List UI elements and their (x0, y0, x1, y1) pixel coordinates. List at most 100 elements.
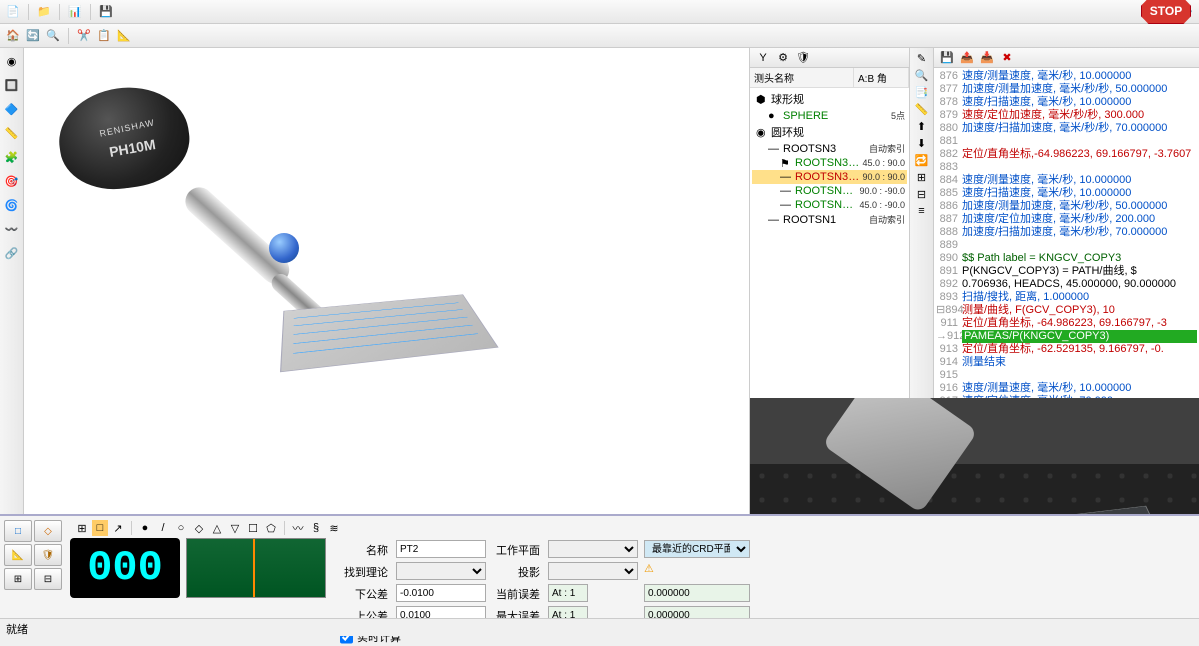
tool-icon[interactable]: 📐 (115, 27, 133, 45)
top-toolbar-1: 📄 📁 📊 💾 🔧 ⚙️ (0, 0, 1199, 24)
tree-item[interactable]: —ROOTSN3_A90_B…90.0 : 90.0 (752, 170, 907, 184)
code-line[interactable]: 877加速度/测量加速度, 毫米/秒/秒, 50.000000 (936, 83, 1197, 96)
tree-item[interactable]: —ROOTSN3_A90_…90.0 : -90.0 (752, 184, 907, 198)
filter-icon[interactable]: Y (754, 49, 772, 67)
code-tool-icon[interactable]: ⊟ (917, 188, 926, 201)
tool-icon[interactable]: ✂️ (75, 27, 93, 45)
code-line[interactable]: 892 0.706936, HEADCS, 45.000000, 90.0000… (936, 278, 1197, 291)
crd-select[interactable]: 最靠近的CRD平面 (644, 540, 750, 558)
code-line[interactable]: 893扫描/搜找, 距离, 1.000000 (936, 291, 1197, 304)
vtb-icon[interactable]: 🎯 (3, 172, 21, 190)
find-theory-select[interactable] (396, 562, 486, 580)
code-line[interactable]: 884速度/测量速度, 毫米/秒, 10.000000 (936, 174, 1197, 187)
code-tool-icon[interactable]: ✎ (917, 52, 926, 65)
code-line[interactable]: 879速度/定位加速度, 毫米/秒/秒, 300.000 (936, 109, 1197, 122)
bp-tool-icon[interactable]: ⬠ (263, 520, 279, 536)
code-line[interactable]: 888加速度/扫描加速度, 毫米/秒/秒, 70.000000 (936, 226, 1197, 239)
bp-tool-icon[interactable]: ● (137, 520, 153, 536)
vtb-icon[interactable]: ◉ (3, 52, 21, 70)
tool-icon[interactable]: 📊 (66, 3, 84, 21)
bp-tool-icon[interactable]: / (155, 520, 171, 536)
tree-item[interactable]: —ROOTSN3自动索引 (752, 141, 907, 156)
code-tool-icon[interactable]: 📥 (978, 49, 996, 67)
code-line[interactable]: 881 (936, 135, 1197, 148)
workplane-select[interactable] (548, 540, 638, 558)
bp-mode-btn[interactable]: ⊟ (34, 568, 62, 590)
tree-item[interactable]: ⬢球形规 (752, 90, 907, 108)
tool-icon[interactable]: 📄 (4, 3, 22, 21)
save-icon[interactable]: 💾 (938, 49, 956, 67)
bp-tool-icon[interactable]: ⊞ (74, 520, 90, 536)
bp-tool-icon[interactable]: ◇ (191, 520, 207, 536)
tree-item[interactable]: —ROOTSN1自动索引 (752, 212, 907, 227)
code-tool-icon[interactable]: 🔁 (915, 154, 929, 167)
code-line[interactable]: 916速度/测量速度, 毫米/秒, 10.000000 (936, 382, 1197, 395)
name-input[interactable] (396, 540, 486, 558)
bp-tool-icon[interactable]: ↗ (110, 520, 126, 536)
tree-item[interactable]: ⚑ROOTSN3_A45_B…45.0 : 90.0 (752, 156, 907, 170)
code-line[interactable]: 882定位/直角坐标,-64.986223, 69.166797, -3.760… (936, 148, 1197, 161)
bp-tool-icon[interactable]: 〰 (290, 520, 306, 536)
bp-mode-btn[interactable]: 🛡 (34, 544, 62, 566)
bp-tool-icon[interactable]: ≋ (326, 520, 342, 536)
home-icon[interactable]: 🏠 (4, 27, 22, 45)
bp-tool-icon[interactable]: § (308, 520, 324, 536)
bp-tool-icon[interactable]: ▽ (227, 520, 243, 536)
code-line[interactable]: 891P(KNGCV_COPY3) = PATH/曲线, $ (936, 265, 1197, 278)
tool-icon[interactable]: 📁 (35, 3, 53, 21)
vtb-icon[interactable]: 📏 (3, 124, 21, 142)
tree-tool-icon[interactable]: ⚙ (774, 49, 792, 67)
code-line[interactable]: ⊟894测量/曲线, F(GCV_COPY3), 10 (936, 304, 1197, 317)
code-line[interactable]: 880加速度/扫描加速度, 毫米/秒/秒, 70.000000 (936, 122, 1197, 135)
code-tool-icon[interactable]: 🔍 (915, 69, 929, 82)
code-tool-icon[interactable]: ≡ (918, 205, 924, 217)
code-tool-icon[interactable]: 📤 (958, 49, 976, 67)
tree-item[interactable]: ◉圆环规 (752, 123, 907, 141)
lower-tol-input[interactable] (396, 584, 486, 602)
vtb-icon[interactable]: 🔷 (3, 100, 21, 118)
code-line[interactable]: 915 (936, 369, 1197, 382)
bp-tool-icon[interactable]: △ (209, 520, 225, 536)
code-line[interactable]: 885速度/扫描速度, 毫米/秒, 10.000000 (936, 187, 1197, 200)
code-tool-icon[interactable]: ⊞ (917, 171, 926, 184)
refresh-icon[interactable]: 🔄 (24, 27, 42, 45)
code-line[interactable]: 887加速度/定位加速度, 毫米/秒/秒, 200.000 (936, 213, 1197, 226)
bp-mode-btn[interactable]: ⊞ (4, 568, 32, 590)
code-line[interactable]: 890$$ Path label = KNGCV_COPY3 (936, 252, 1197, 265)
tree-tool-icon[interactable]: 🛡 (794, 49, 812, 67)
vtb-icon[interactable]: 🔗 (3, 244, 21, 262)
code-line[interactable]: 913 定位/直角坐标, -62.529135, 9.166797, -0. (936, 343, 1197, 356)
bp-tool-icon[interactable]: ○ (173, 520, 189, 536)
zoom-icon[interactable]: 🔍 (44, 27, 62, 45)
vtb-icon[interactable]: 🔲 (3, 76, 21, 94)
code-tool-icon[interactable]: ⬇ (917, 137, 926, 150)
bp-mode-btn[interactable]: □ (4, 520, 32, 542)
bp-mode-btn[interactable]: 📐 (4, 544, 32, 566)
stop-button[interactable]: STOP (1141, 0, 1191, 24)
vtb-icon[interactable]: 🧩 (3, 148, 21, 166)
proj-select[interactable] (548, 562, 638, 580)
code-line[interactable]: 886加速度/测量加速度, 毫米/秒/秒, 50.000000 (936, 200, 1197, 213)
tool-icon[interactable]: 📋 (95, 27, 113, 45)
bp-tool-icon[interactable]: ☐ (245, 520, 261, 536)
code-editor[interactable]: 876速度/测量速度, 毫米/秒, 10.000000877加速度/测量加速度,… (934, 68, 1199, 398)
code-tool-icon[interactable]: 📑 (915, 86, 929, 99)
code-line[interactable]: 911 定位/直角坐标, -64.986223, 69.166797, -3 (936, 317, 1197, 330)
tree-item[interactable]: ●SPHERE5点 (752, 108, 907, 123)
code-line[interactable]: 889 (936, 239, 1197, 252)
code-tool-icon[interactable]: 📏 (915, 103, 929, 116)
bp-mode-btn[interactable]: ◇ (34, 520, 62, 542)
code-line[interactable]: 883 (936, 161, 1197, 174)
tree-item[interactable]: —ROOTSN3_A45_…45.0 : -90.0 (752, 198, 907, 212)
code-line[interactable]: 914测量结束 (936, 356, 1197, 369)
code-tool-icon[interactable]: ⬆ (917, 120, 926, 133)
tree-body[interactable]: ⬢球形规●SPHERE5点◉圆环规—ROOTSN3自动索引⚑ROOTSN3_A4… (750, 88, 909, 398)
code-line[interactable]: 876速度/测量速度, 毫米/秒, 10.000000 (936, 70, 1197, 83)
tool-icon[interactable]: 💾 (97, 3, 115, 21)
code-line[interactable]: →912 PAMEAS/P(KNGCV_COPY3) (936, 330, 1197, 343)
vtb-icon[interactable]: 〰️ (3, 220, 21, 238)
code-tool-icon[interactable]: ✖ (998, 49, 1016, 67)
bp-tool-icon[interactable]: □ (92, 520, 108, 536)
code-line[interactable]: 878速度/扫描速度, 毫米/秒, 10.000000 (936, 96, 1197, 109)
vtb-icon[interactable]: 🌀 (3, 196, 21, 214)
